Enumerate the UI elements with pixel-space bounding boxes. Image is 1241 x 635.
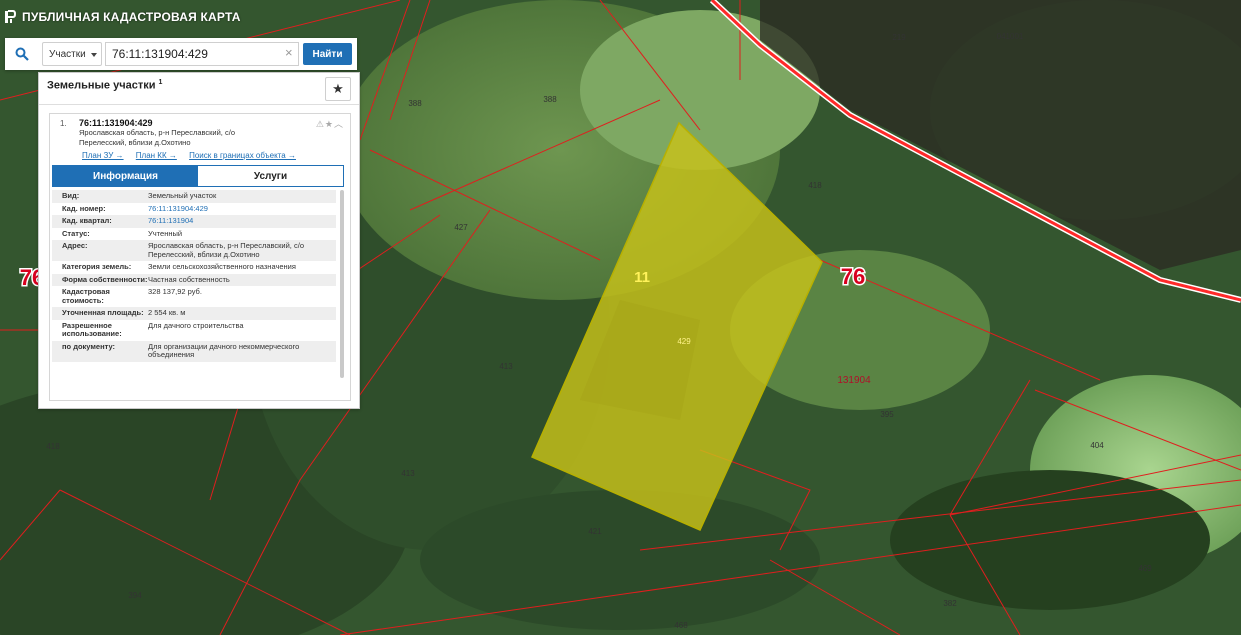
info-value: Земли сельскохозяйственного назначения bbox=[148, 262, 296, 271]
quarter-label: 131904 bbox=[837, 375, 871, 386]
parcel-label: 382 bbox=[943, 599, 957, 608]
info-key: Вид: bbox=[62, 191, 80, 200]
info-value: Земельный участок bbox=[148, 191, 217, 200]
parcel-label: 388 bbox=[408, 99, 422, 108]
forest-area bbox=[420, 490, 820, 630]
info-row: Категория земель: Земли сельскохозяйствен… bbox=[52, 261, 336, 274]
search-within-link[interactable]: Поиск в границах объекта → bbox=[189, 151, 296, 160]
result-cad-number[interactable]: 76:11:131904:429 bbox=[79, 118, 153, 128]
info-key: Форма собственности: bbox=[62, 274, 148, 284]
info-table: Вид: Земельный участок Кад. номер: 76:11:13… bbox=[52, 190, 336, 362]
info-row: Уточненная площадь: 2 554 кв. м bbox=[52, 307, 336, 320]
info-key: Кад. квартал: bbox=[62, 216, 112, 225]
parcel-label: 395 bbox=[880, 410, 894, 419]
parcel-label: 219 bbox=[892, 33, 906, 42]
parcel-label: 413 bbox=[401, 469, 415, 478]
info-key: Уточненная площадь: bbox=[62, 308, 144, 317]
info-row: Форма собственности: Частная собственност… bbox=[52, 273, 336, 286]
parcel-label: 413 bbox=[499, 362, 513, 371]
parcel-label: 388 bbox=[543, 95, 557, 104]
info-value: Для дачного строительства bbox=[148, 320, 244, 330]
parcel-label: 394 bbox=[128, 591, 142, 600]
panel-title: Земельные участки 1 bbox=[47, 79, 163, 92]
info-key: Статус: bbox=[62, 228, 90, 238]
info-value[interactable]: 76:11:131904:429 bbox=[148, 204, 336, 214]
info-row: Адрес: Ярославская область, р-н Переславс… bbox=[52, 240, 336, 261]
result-card[interactable]: 1. 76:11:131904:429 ⚠★︿ Ярославская обла… bbox=[49, 113, 351, 401]
selected-parcel-number: 429 bbox=[677, 337, 691, 346]
clear-icon[interactable]: × bbox=[285, 46, 293, 60]
district-label: 11 bbox=[634, 269, 650, 286]
search-type-label: Участки bbox=[49, 48, 86, 60]
info-row: Кад. квартал: 76:11:131904 bbox=[52, 215, 336, 228]
info-key: Разрешенное использование: bbox=[62, 320, 122, 338]
card-actions: ⚠★︿ bbox=[316, 117, 344, 130]
parcel-label: 404 bbox=[1090, 441, 1104, 450]
parcel-label: 418 bbox=[808, 181, 822, 190]
parcel-label: 469 bbox=[1138, 564, 1152, 573]
collapse-icon[interactable]: ︿ bbox=[334, 119, 344, 129]
info-key: Категория земель: bbox=[62, 262, 132, 271]
region-label: 76 bbox=[841, 264, 865, 289]
info-row: Разрешенное использование: Для дачного ст… bbox=[52, 320, 336, 341]
info-value: Частная собственность bbox=[148, 274, 230, 284]
favorites-button[interactable]: ★ bbox=[325, 77, 351, 101]
forest-area bbox=[890, 470, 1210, 610]
result-links: План ЗУ → План КК → Поиск в границах объ… bbox=[82, 151, 306, 160]
parcel-label: 421 bbox=[588, 527, 602, 536]
star-icon[interactable]: ★ bbox=[325, 119, 334, 129]
info-value: Учтенный bbox=[148, 228, 183, 238]
info-row: Вид: Земельный участок bbox=[52, 190, 336, 203]
info-row: по документу: Для организации дачного нек… bbox=[52, 340, 336, 362]
result-count: 1 bbox=[158, 79, 163, 86]
find-button[interactable]: Найти bbox=[303, 43, 352, 65]
parcel-label: 427 bbox=[454, 223, 468, 232]
plan-kk-link[interactable]: План КК → bbox=[136, 151, 177, 160]
parcel-label: 468 bbox=[674, 621, 688, 630]
search-icon bbox=[15, 47, 29, 61]
app-title: ПУБЛИЧНАЯ КАДАСТРОВАЯ КАРТА bbox=[22, 10, 241, 24]
tab-services[interactable]: Услуги bbox=[198, 166, 343, 186]
divider bbox=[39, 104, 359, 105]
search-input[interactable] bbox=[105, 42, 299, 66]
result-address: Ярославская область, р-н Переславский, с… bbox=[79, 128, 235, 147]
star-icon: ★ bbox=[332, 81, 344, 96]
logo-icon bbox=[5, 10, 16, 23]
info-row: Кад. номер: 76:11:131904:429 bbox=[52, 203, 336, 216]
chevron-down-icon bbox=[91, 53, 97, 57]
search-type-select[interactable]: Участки bbox=[42, 42, 102, 66]
plan-zu-link[interactable]: План ЗУ → bbox=[82, 151, 124, 160]
search-toggle-button[interactable] bbox=[5, 38, 39, 70]
info-row: Кадастровая стоимость: 328 137,92 руб. bbox=[52, 286, 336, 307]
result-tabs: Информация Услуги bbox=[52, 165, 344, 187]
info-key: Адрес: bbox=[62, 241, 88, 250]
info-value: Ярославская область, р-н Переславский, с… bbox=[148, 241, 304, 259]
tab-info[interactable]: Информация bbox=[53, 166, 198, 186]
info-key: по документу: bbox=[62, 341, 116, 351]
parcel-label: 418 bbox=[46, 442, 60, 451]
info-value: Для организации дачного некоммерческого … bbox=[148, 341, 300, 359]
info-scrollbar[interactable] bbox=[340, 190, 344, 378]
info-row: Статус: Учтенный bbox=[52, 228, 336, 241]
info-value[interactable]: 76:11:131904 bbox=[148, 216, 336, 226]
info-key: Кадастровая стоимость: bbox=[62, 287, 110, 305]
app-brand[interactable]: ПУБЛИЧНАЯ КАДАСТРОВАЯ КАРТА bbox=[4, 10, 241, 24]
info-key: Кад. номер: bbox=[62, 203, 106, 213]
result-index: 1. bbox=[60, 119, 67, 128]
results-panel: Земельные участки 1 ★ 1. 76:11:131904:42… bbox=[38, 72, 360, 409]
search-bar: Участки × Найти bbox=[5, 38, 357, 70]
info-value: 328 137,92 руб. bbox=[148, 287, 202, 296]
parcel-label: 041001 bbox=[997, 32, 1024, 41]
warning-icon[interactable]: ⚠ bbox=[316, 119, 325, 129]
info-value: 2 554 кв. м bbox=[148, 308, 186, 317]
